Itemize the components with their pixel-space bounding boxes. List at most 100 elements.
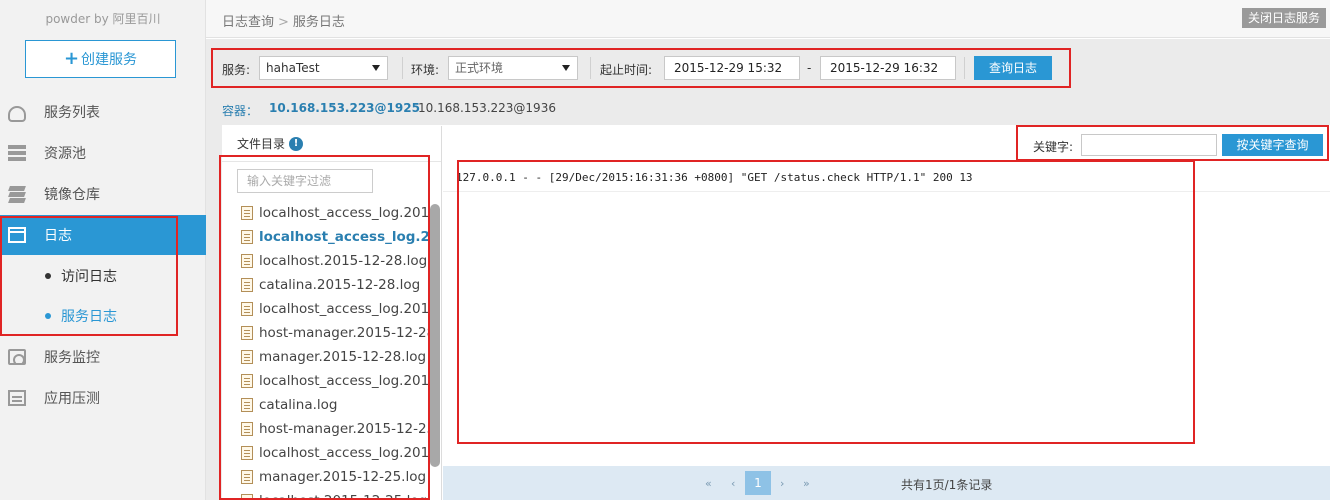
- file-list-item[interactable]: localhost_access_log.2015: [222, 297, 429, 321]
- divider: [590, 57, 591, 79]
- file-list: localhost_access_log.2015 localhost_acces…: [222, 201, 429, 500]
- sidebar-item-label: 日志: [44, 228, 72, 244]
- document-icon: [241, 446, 253, 460]
- file-name: manager.2015-12-28.log: [259, 349, 427, 365]
- sidebar-item-service-list[interactable]: 服务列表: [0, 92, 206, 132]
- service-select-value: hahaTest: [266, 61, 320, 75]
- file-name: localhost_access_log.2015: [259, 373, 429, 389]
- next-page-button[interactable]: ›: [780, 477, 784, 490]
- file-list-item[interactable]: catalina.log: [222, 393, 429, 417]
- keyword-label: 关键字:: [1033, 140, 1074, 154]
- sidebar-subitem-service-log[interactable]: 服务日志: [0, 296, 206, 336]
- range-separator: -: [807, 61, 812, 75]
- log-line: 127.0.0.1 - - [29/Dec/2015:16:31:36 +080…: [456, 171, 973, 184]
- document-icon: [241, 254, 253, 268]
- page-summary: 共有1页/1条记录: [901, 478, 993, 492]
- query-log-button[interactable]: 查询日志: [974, 56, 1052, 80]
- document-icon: [241, 374, 253, 388]
- create-service-button[interactable]: + 创建服务: [25, 40, 176, 78]
- gauge-icon: [8, 349, 26, 366]
- file-name: manager.2015-12-25.log: [259, 469, 427, 485]
- file-name: host-manager.2015-12-28: [259, 325, 429, 341]
- end-time-input[interactable]: 2015-12-29 16:32: [820, 56, 956, 80]
- pagination: « ‹ 1 › » 共有1页/1条记录: [443, 466, 1330, 500]
- file-list-item[interactable]: localhost_access_log.2015: [222, 441, 429, 465]
- close-log-service-button[interactable]: 关闭日志服务: [1241, 8, 1326, 28]
- file-filter-input[interactable]: 输入关键字过滤: [237, 169, 373, 193]
- file-name: catalina.2015-12-28.log: [259, 277, 421, 293]
- document-icon: [241, 398, 253, 412]
- file-directory-header: 文件目录 !: [222, 126, 441, 162]
- sidebar-subitem-access-log[interactable]: 访问日志: [0, 256, 206, 296]
- container-tab-active[interactable]: 10.168.153.223@1925: [269, 101, 420, 115]
- file-name: localhost.2015-12-28.log: [259, 253, 428, 269]
- divider: [964, 57, 965, 79]
- app-window-icon: [8, 390, 26, 406]
- cloud-icon: [8, 106, 26, 122]
- breadcrumb-parent[interactable]: 日志查询: [222, 15, 274, 30]
- file-list-item[interactable]: manager.2015-12-25.log: [222, 465, 429, 489]
- bullet-icon: [45, 313, 51, 319]
- sidebar-item-resource-pool[interactable]: 资源池: [0, 133, 206, 173]
- file-list-scrollbar[interactable]: [430, 204, 440, 467]
- dropdown-arrow-icon: [562, 65, 570, 71]
- file-list-item[interactable]: localhost_access_log.2015: [222, 369, 429, 393]
- file-list-item[interactable]: localhost.2015-12-25.log: [222, 489, 429, 500]
- breadcrumb-current: 服务日志: [292, 15, 345, 30]
- file-list-item[interactable]: host-manager.2015-12-28: [222, 321, 429, 345]
- sidebar-item-label: 资源池: [44, 146, 86, 162]
- sidebar-item-service-monitor[interactable]: 服务监控: [0, 337, 206, 377]
- file-name: localhost_access_log.2015: [259, 301, 429, 317]
- file-directory-panel: 文件目录 ! 输入关键字过滤 localhost_access_log.2015…: [222, 126, 442, 500]
- info-icon[interactable]: !: [289, 136, 304, 151]
- container-tab[interactable]: 10.168.153.223@1936: [418, 101, 556, 115]
- plus-icon: +: [63, 48, 80, 69]
- env-select[interactable]: 正式环境: [448, 56, 578, 80]
- sidebar-item-label: 镜像仓库: [44, 187, 100, 203]
- dropdown-arrow-icon: [372, 65, 380, 71]
- file-name: localhost_access_log.2015: [259, 205, 429, 221]
- current-page-button[interactable]: 1: [745, 471, 771, 495]
- keyword-input[interactable]: [1081, 134, 1217, 156]
- sidebar-subitem-label: 服务日志: [61, 309, 117, 325]
- file-list-item[interactable]: localhost.2015-12-28.log: [222, 249, 429, 273]
- breadcrumb-separator: >: [278, 15, 289, 30]
- file-list-item[interactable]: localhost_access_log.2015: [222, 201, 429, 225]
- document-icon: [241, 470, 253, 484]
- first-page-button[interactable]: «: [705, 477, 712, 490]
- start-time-input[interactable]: 2015-12-29 15:32: [664, 56, 800, 80]
- sidebar-item-label: 服务监控: [44, 350, 100, 366]
- sidebar-subitem-label: 访问日志: [61, 269, 117, 285]
- last-page-button[interactable]: »: [803, 477, 810, 490]
- gutter: [206, 125, 222, 500]
- file-list-item[interactable]: catalina.2015-12-28.log: [222, 273, 429, 297]
- sidebar-item-image-repo[interactable]: 镜像仓库: [0, 174, 206, 214]
- sidebar-item-stress-test[interactable]: 应用压测: [0, 378, 206, 418]
- sidebar-item-label: 服务列表: [44, 105, 100, 121]
- service-select[interactable]: hahaTest: [259, 56, 388, 80]
- file-directory-title: 文件目录: [237, 137, 286, 151]
- container-label: 容器：: [222, 104, 259, 118]
- container-row: 容器： 10.168.153.223@1925 10.168.153.223@1…: [206, 95, 1330, 125]
- file-list-item[interactable]: localhost_access_log.2015: [222, 225, 429, 249]
- layers-icon: [8, 186, 26, 203]
- filter-bar: 服务: hahaTest 环境: 正式环境 起止时间: 2015-12-29 1…: [206, 39, 1330, 95]
- top-bar: 日志查询 > 服务日志 关闭日志服务: [206, 0, 1330, 38]
- file-name: localhost.2015-12-25.log: [259, 493, 427, 500]
- document-icon: [241, 350, 253, 364]
- divider: [443, 191, 1330, 192]
- server-icon: [8, 145, 26, 161]
- file-name: host-manager.2015-12-25: [259, 421, 429, 437]
- brand: powder by 阿里百川: [45, 12, 161, 26]
- file-list-item[interactable]: manager.2015-12-28.log: [222, 345, 429, 369]
- document-icon: [241, 494, 253, 500]
- file-name: localhost_access_log.2015: [259, 445, 429, 461]
- breadcrumb: 日志查询 > 服务日志: [222, 11, 345, 30]
- file-list-item[interactable]: host-manager.2015-12-25: [222, 417, 429, 441]
- prev-page-button[interactable]: ‹: [731, 477, 735, 490]
- file-name: catalina.log: [259, 397, 338, 413]
- log-panel: 关键字: 按关键字查询 127.0.0.1 - - [29/Dec/2015:1…: [443, 126, 1330, 500]
- log-window-icon: [8, 227, 26, 243]
- keyword-search-button[interactable]: 按关键字查询: [1222, 134, 1323, 156]
- sidebar-item-log[interactable]: 日志: [0, 215, 206, 255]
